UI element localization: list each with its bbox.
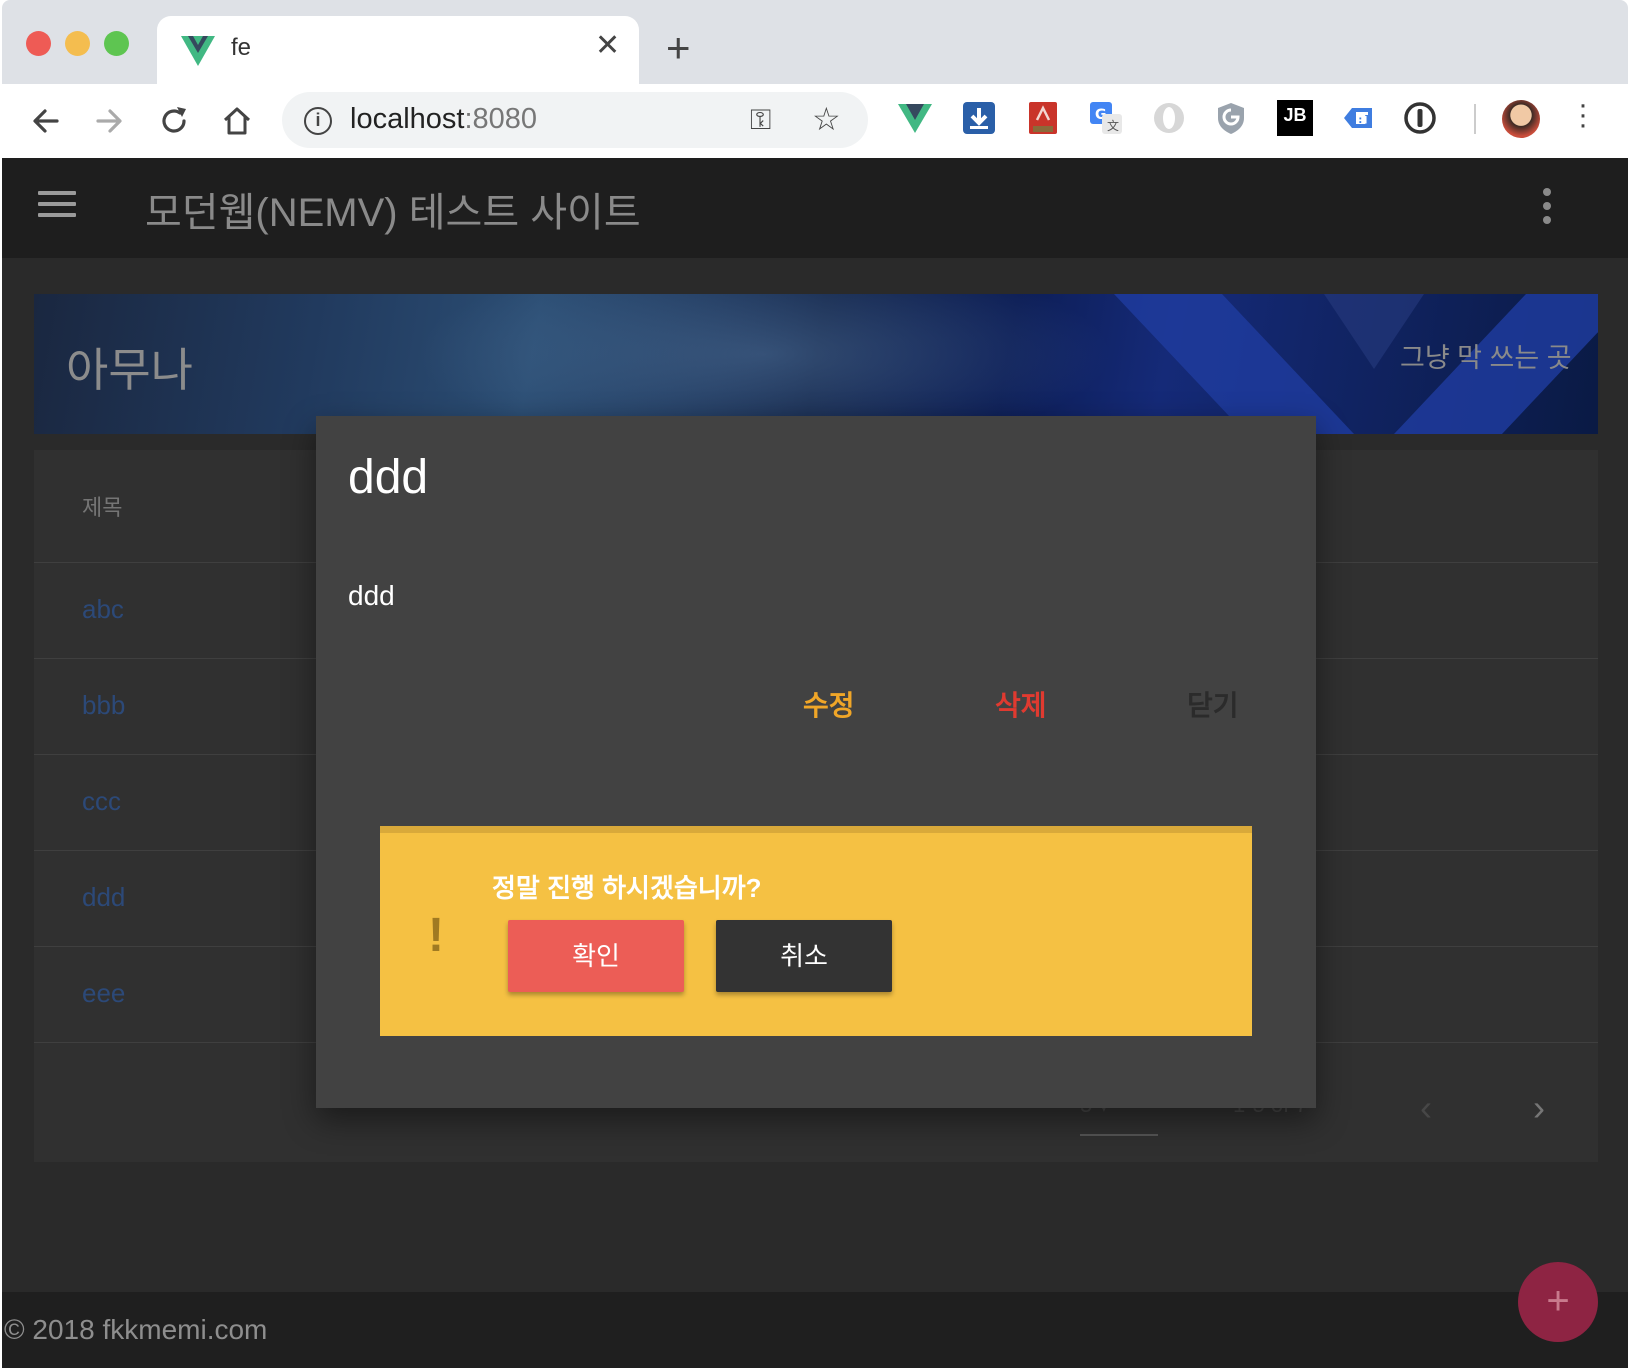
nav-drawer-menu-icon[interactable] — [38, 191, 76, 221]
reload-icon[interactable] — [155, 102, 193, 140]
vue-devtools-icon[interactable] — [897, 100, 933, 136]
opera-icon[interactable] — [1151, 100, 1187, 136]
next-page-icon[interactable]: › — [1533, 1087, 1545, 1129]
pdf-icon[interactable] — [1025, 100, 1061, 136]
shield-icon[interactable] — [1213, 100, 1249, 136]
hero-title: 아무나 — [66, 344, 193, 396]
address-bar[interactable]: i localhost:8080 ⚿ ☆ — [282, 92, 868, 148]
vue-favicon-icon — [181, 36, 215, 66]
forward-icon[interactable] — [90, 102, 128, 140]
close-tab-icon[interactable]: ✕ — [595, 28, 620, 63]
svg-text::]: :] — [1357, 113, 1370, 126]
download-icon[interactable] — [961, 100, 997, 136]
bookmark-star-icon[interactable]: ☆ — [812, 100, 841, 138]
browser-tab[interactable]: fe ✕ — [157, 16, 639, 84]
toolbar-divider — [1474, 104, 1476, 134]
table-row[interactable]: ccc — [82, 786, 121, 817]
password-icon[interactable] — [1402, 100, 1438, 136]
confirm-message: 정말 진행 하시겠습니까? — [492, 873, 762, 903]
maximize-window-button[interactable] — [104, 31, 129, 56]
jetbrains-icon[interactable]: JB — [1277, 100, 1313, 136]
table-row[interactable]: eee — [82, 978, 125, 1009]
footer-copyright: © 2018 fkkmemi.com — [4, 1314, 268, 1345]
edit-button[interactable]: 수정 — [803, 684, 855, 724]
warning-icon: ! — [428, 909, 444, 962]
table-row[interactable]: bbb — [82, 690, 125, 721]
more-vert-icon[interactable] — [1540, 188, 1554, 230]
profile-avatar[interactable] — [1502, 100, 1540, 138]
confirm-ok-button[interactable]: 확인 — [508, 920, 684, 992]
dialog-title: ddd — [348, 451, 429, 504]
close-button[interactable]: 닫기 — [1187, 684, 1239, 724]
app-title: 모던웹(NEMV) 테스트 사이트 — [145, 191, 641, 235]
site-info-icon[interactable]: i — [304, 107, 332, 135]
column-header-title[interactable]: 제목 — [82, 490, 122, 522]
tab-title: fe — [231, 34, 252, 61]
close-window-button[interactable] — [26, 31, 51, 56]
translate-icon[interactable]: G 文 — [1088, 100, 1124, 136]
code-icon[interactable]: :] — [1340, 100, 1376, 136]
new-tab-button[interactable]: + — [666, 24, 691, 72]
back-icon[interactable] — [27, 102, 65, 140]
rows-per-page-underline — [1080, 1134, 1158, 1136]
delete-button[interactable]: 삭제 — [995, 684, 1047, 724]
table-row[interactable]: ddd — [82, 882, 125, 913]
dialog-content: ddd — [348, 580, 395, 611]
home-icon[interactable] — [218, 102, 256, 140]
confirm-cancel-button[interactable]: 취소 — [716, 920, 892, 992]
hero-banner — [34, 294, 1598, 434]
browser-menu-icon[interactable]: · · · — [1578, 90, 1588, 140]
svg-text:文: 文 — [1107, 118, 1119, 133]
add-post-fab-button[interactable]: + — [1518, 1262, 1598, 1342]
hero-subtitle: 그냥 막 쓰는 곳 — [1400, 343, 1572, 373]
password-key-icon[interactable]: ⚿ — [750, 104, 771, 137]
prev-page-icon[interactable]: ‹ — [1420, 1087, 1432, 1129]
url-text[interactable]: localhost:8080 — [350, 103, 537, 136]
minimize-window-button[interactable] — [65, 31, 90, 56]
table-row[interactable]: abc — [82, 594, 124, 625]
